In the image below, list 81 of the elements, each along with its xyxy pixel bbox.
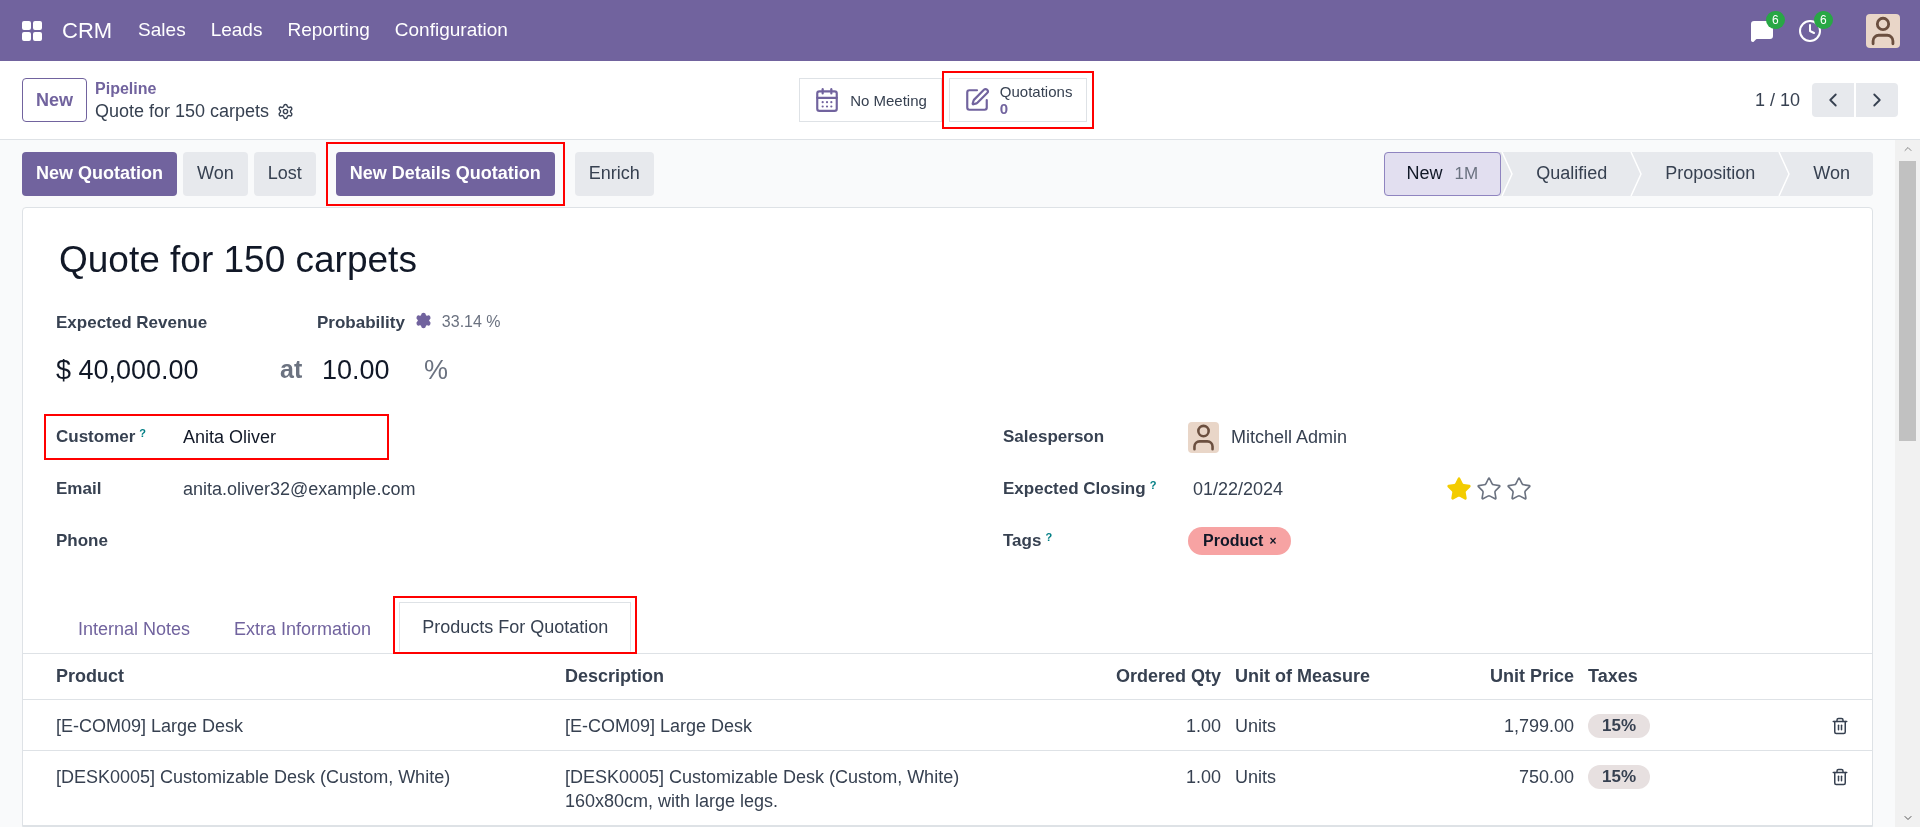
- column-header[interactable]: Unit Price: [1427, 663, 1574, 690]
- meeting-smart-button[interactable]: No Meeting: [799, 78, 942, 122]
- menu-item[interactable]: Configuration: [394, 16, 508, 45]
- salesperson-value[interactable]: Mitchell Admin: [1231, 423, 1348, 451]
- column-header[interactable]: Description: [565, 663, 1101, 690]
- quotations-smart-button[interactable]: Quotations 0: [948, 78, 1088, 122]
- action-button[interactable]: New Quotation: [22, 151, 177, 196]
- activity-count-badge: 6: [1814, 10, 1833, 29]
- previous-button[interactable]: [1812, 83, 1854, 117]
- field-label: Tags $^{?}$: [1003, 529, 1054, 553]
- notebook-tab[interactable]: Products For Quotation: [399, 602, 632, 652]
- stage-separator-icon: [1778, 151, 1791, 196]
- filled-star-icon[interactable]: [1446, 476, 1472, 502]
- table-cell-text: Units: [1234, 766, 1277, 789]
- customer-value[interactable]: Anita Oliver: [183, 423, 277, 451]
- record-title: Quote for 150 carpets: [95, 100, 270, 123]
- field-label: Expected Closing $^{?}$: [1003, 477, 1158, 501]
- closing-date-value[interactable]: 01/22/2024: [1193, 475, 1446, 503]
- percent-label: %: [424, 353, 448, 387]
- notebook-tab[interactable]: Internal Notes: [56, 604, 213, 654]
- message-count-badge: 6: [1766, 10, 1785, 29]
- field-label: Customer $^{?}$: [56, 425, 148, 449]
- activity-clock-icon[interactable]: [1798, 18, 1822, 43]
- action-button[interactable]: Enrich: [574, 151, 654, 196]
- table-cell-text: [E-COM09] Large Desk: [565, 715, 754, 738]
- delete-icon[interactable]: [1831, 768, 1849, 786]
- tag-chip[interactable]: Product ×: [1188, 527, 1292, 555]
- edit-icon: [963, 87, 990, 113]
- menu-item[interactable]: Sales: [138, 16, 186, 45]
- email-value[interactable]: anita.oliver32@example.com: [183, 475, 416, 503]
- avatar-icon: [1866, 13, 1900, 48]
- chat-icon[interactable]: [1750, 18, 1774, 43]
- help-tooltip-mark[interactable]: ?: [139, 426, 147, 439]
- action-button[interactable]: Lost: [253, 151, 316, 196]
- help-tooltip-mark[interactable]: ?: [1045, 530, 1053, 543]
- column-header[interactable]: Product: [56, 663, 565, 690]
- empty-star-icon[interactable]: [1476, 476, 1502, 502]
- field-label: Salesperson: [1003, 426, 1106, 449]
- empty-star-icon[interactable]: [1506, 476, 1532, 502]
- column-header[interactable]: Unit of Measure: [1221, 663, 1427, 690]
- table-cell-text: Units: [1234, 715, 1277, 738]
- table-cell-text: [DESK0005] Customizable Desk (Custom, White) 160x80cm, with large legs.: [565, 766, 961, 813]
- new-button[interactable]: New: [22, 78, 87, 122]
- field-label: Email: [56, 478, 103, 501]
- field-label: Expected Revenue: [56, 312, 209, 334]
- stage-button[interactable]: New 1M: [1383, 151, 1502, 196]
- column-header[interactable]: Taxes: [1574, 663, 1839, 690]
- pager-value: 1 / 10: [1754, 88, 1800, 112]
- table-cell-text: 1,799.00: [1502, 715, 1574, 738]
- probability-value: 10.00: [322, 353, 391, 387]
- revenue-value: $ 40,000.00: [56, 353, 200, 387]
- opportunity-title: Quote for 150 carpets: [59, 238, 418, 282]
- column-header[interactable]: Ordered Qty: [1101, 663, 1221, 690]
- settings-icon[interactable]: [277, 103, 295, 120]
- delete-icon[interactable]: [1831, 717, 1849, 735]
- next-button[interactable]: [1856, 83, 1898, 117]
- at-label: at: [280, 354, 304, 385]
- action-button[interactable]: Won: [183, 151, 248, 196]
- table-cell-text: [DESK0005] Customizable Desk (Custom, White): [56, 766, 452, 789]
- table-cell-text: 750.00: [1517, 766, 1574, 789]
- menu-item[interactable]: Leads: [210, 16, 263, 45]
- notebook-tab[interactable]: Extra Information: [212, 604, 394, 654]
- breadcrumb-link[interactable]: Pipeline: [95, 77, 295, 100]
- stage-separator-icon: [1630, 151, 1643, 196]
- stage-separator-icon: [1501, 151, 1514, 196]
- tax-badge: 15%: [1588, 765, 1651, 789]
- table-cell-text: [E-COM09] Large Desk: [56, 715, 245, 738]
- action-button[interactable]: New Details Quotation: [335, 151, 555, 196]
- tax-badge: 15%: [1588, 714, 1651, 738]
- apps-menu-icon[interactable]: [20, 18, 44, 43]
- settings-icon[interactable]: [414, 312, 432, 329]
- calendar-icon: [814, 87, 841, 113]
- help-tooltip-mark[interactable]: ?: [1149, 478, 1157, 491]
- table-cell-text: 1.00: [1184, 766, 1221, 789]
- menu-item[interactable]: Reporting: [287, 16, 370, 45]
- avatar-icon: [1188, 421, 1219, 453]
- field-label: Probability: [317, 312, 405, 334]
- computed-probability: 33.14 %: [441, 312, 501, 332]
- field-label: Phone: [56, 530, 109, 553]
- table-cell-text: 1.00: [1184, 715, 1221, 738]
- app-name[interactable]: CRM: [62, 14, 113, 47]
